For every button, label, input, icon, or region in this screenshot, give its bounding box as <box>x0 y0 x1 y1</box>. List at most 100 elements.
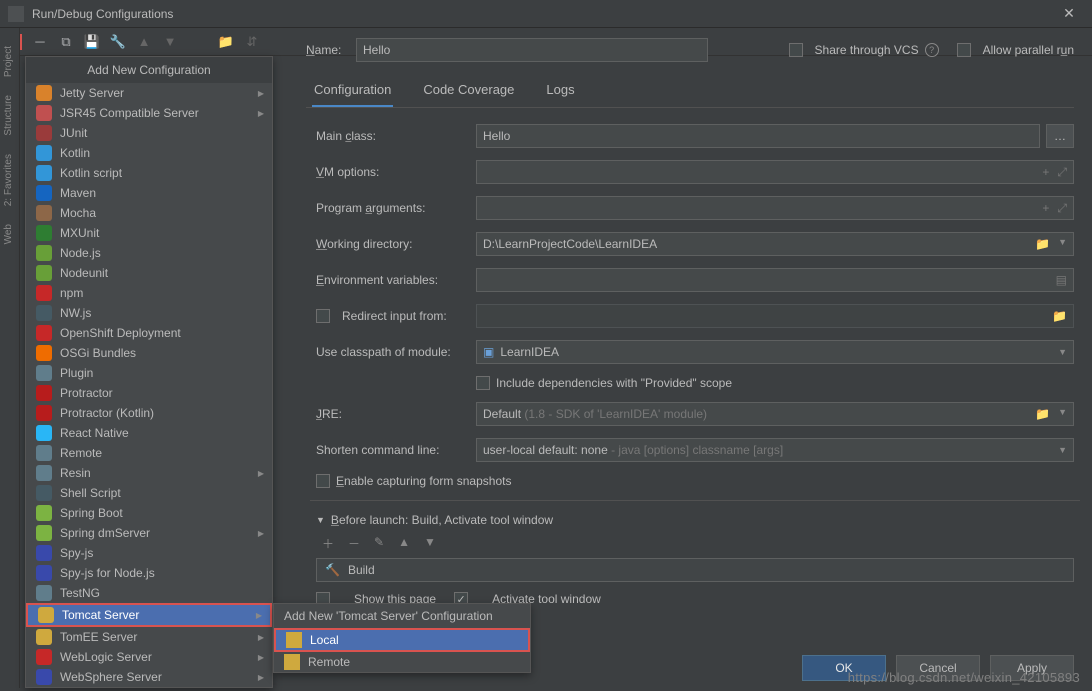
config-type-nodeunit[interactable]: Nodeunit <box>26 263 272 283</box>
config-type-icon <box>36 285 52 301</box>
config-type-osgi-bundles[interactable]: OSGi Bundles <box>26 343 272 363</box>
config-type-kotlin-script[interactable]: Kotlin script <box>26 163 272 183</box>
tab-configuration[interactable]: Configuration <box>312 76 393 107</box>
config-type-icon <box>36 505 52 521</box>
build-task-row[interactable]: 🔨 Build <box>316 558 1074 582</box>
config-type-maven[interactable]: Maven <box>26 183 272 203</box>
side-tab-favorites[interactable]: 2: Favorites <box>3 154 14 206</box>
args-field[interactable]: +⤢ <box>476 196 1074 220</box>
move-up-button[interactable]: ▲ <box>136 34 152 50</box>
share-vcs-checkbox[interactable] <box>789 43 803 57</box>
config-type-weblogic-server[interactable]: WebLogic Server▶ <box>26 647 272 667</box>
config-type-kotlin[interactable]: Kotlin <box>26 143 272 163</box>
name-input[interactable] <box>356 38 708 62</box>
config-type-icon <box>36 545 52 561</box>
browse-main-class-button[interactable]: … <box>1046 124 1074 148</box>
help-icon[interactable]: ? <box>925 43 939 57</box>
edit-task-button[interactable]: ✎ <box>374 535 384 552</box>
app-icon <box>8 6 24 22</box>
config-type-remote[interactable]: Remote <box>26 443 272 463</box>
wd-field[interactable]: D:\LearnProjectCode\LearnIDEA📁▼ <box>476 232 1074 256</box>
down-task-button[interactable]: ▼ <box>424 535 436 552</box>
config-type-spy-js-for-node-js[interactable]: Spy-js for Node.js <box>26 563 272 583</box>
jre-label: JRE: <box>316 407 476 421</box>
copy-config-button[interactable]: ⧉ <box>58 34 74 50</box>
wrench-icon[interactable]: 🔧 <box>110 34 126 50</box>
config-type-node-js[interactable]: Node.js <box>26 243 272 263</box>
shorten-label: Shorten command line: <box>316 443 476 457</box>
config-type-junit[interactable]: JUnit <box>26 123 272 143</box>
config-type-resin[interactable]: Resin▶ <box>26 463 272 483</box>
move-down-button[interactable]: ▼ <box>162 34 178 50</box>
config-type-plugin[interactable]: Plugin <box>26 363 272 383</box>
collapse-icon[interactable]: ⇵ <box>244 34 260 50</box>
snapshots-checkbox[interactable] <box>316 474 330 488</box>
tab-code-coverage[interactable]: Code Coverage <box>421 76 516 107</box>
tomcat-local-item[interactable]: Local <box>276 630 528 650</box>
config-type-npm[interactable]: npm <box>26 283 272 303</box>
config-type-tomcat-server[interactable]: Tomcat Server▶ <box>28 605 270 625</box>
env-field[interactable]: ▤ <box>476 268 1074 292</box>
config-type-mocha[interactable]: Mocha <box>26 203 272 223</box>
chevron-down-icon[interactable]: ▼ <box>1058 237 1067 251</box>
folder-icon[interactable]: 📁 <box>1035 407 1050 421</box>
config-type-protractor-kotlin-[interactable]: Protractor (Kotlin) <box>26 403 272 423</box>
config-type-spring-boot[interactable]: Spring Boot <box>26 503 272 523</box>
config-type-icon <box>36 425 52 441</box>
folder-icon[interactable]: 📁 <box>218 34 234 50</box>
expand-icon[interactable]: ⤢ <box>1057 165 1067 180</box>
classpath-select[interactable]: ▣LearnIDEA▼ <box>476 340 1074 364</box>
remove-task-button[interactable]: － <box>348 535 360 552</box>
config-type-label: Mocha <box>60 206 96 220</box>
add-task-button[interactable]: ＋ <box>322 535 334 552</box>
expand-icon[interactable]: ⤢ <box>1057 201 1067 216</box>
config-type-icon <box>36 669 52 685</box>
config-type-websphere-server[interactable]: WebSphere Server▶ <box>26 667 272 687</box>
tab-logs[interactable]: Logs <box>544 76 576 107</box>
up-task-button[interactable]: ▲ <box>398 535 410 552</box>
vm-options-field[interactable]: +⤢ <box>476 160 1074 184</box>
save-config-button[interactable]: 💾 <box>84 34 100 50</box>
config-type-openshift-deployment[interactable]: OpenShift Deployment <box>26 323 272 343</box>
list-icon[interactable]: ▤ <box>1056 273 1067 287</box>
config-type-spy-js[interactable]: Spy-js <box>26 543 272 563</box>
main-class-field[interactable]: Hello <box>476 124 1040 148</box>
shorten-select[interactable]: user-local default: none - java [options… <box>476 438 1074 462</box>
config-type-icon <box>36 85 52 101</box>
remove-config-button[interactable]: － <box>32 34 48 50</box>
main-class-label: Main class: <box>316 129 476 143</box>
collapse-caret-icon[interactable]: ▼ <box>316 515 325 525</box>
tomcat-remote-item[interactable]: Remote <box>274 652 530 672</box>
config-type-react-native[interactable]: React Native <box>26 423 272 443</box>
config-type-testng[interactable]: TestNG <box>26 583 272 603</box>
redirect-checkbox[interactable] <box>316 309 330 323</box>
config-type-shell-script[interactable]: Shell Script <box>26 483 272 503</box>
config-type-label: Spring Boot <box>60 506 123 520</box>
side-tab-project[interactable]: Project <box>3 46 14 77</box>
config-type-tomee-server[interactable]: TomEE Server▶ <box>26 627 272 647</box>
config-type-spring-dmserver[interactable]: Spring dmServer▶ <box>26 523 272 543</box>
chevron-down-icon[interactable]: ▼ <box>1058 407 1067 421</box>
plus-icon[interactable]: + <box>1042 165 1049 180</box>
config-type-mxunit[interactable]: MXUnit <box>26 223 272 243</box>
config-type-icon <box>36 145 52 161</box>
submenu-arrow-icon: ▶ <box>258 109 264 118</box>
config-type-label: Spring dmServer <box>60 526 150 540</box>
folder-icon[interactable]: 📁 <box>1035 237 1050 251</box>
config-type-jetty-server[interactable]: Jetty Server▶ <box>26 83 272 103</box>
provided-checkbox[interactable] <box>476 376 490 390</box>
chevron-down-icon[interactable]: ▼ <box>1058 445 1067 455</box>
close-icon[interactable]: ✕ <box>1054 5 1084 22</box>
config-type-label: Shell Script <box>60 486 121 500</box>
config-type-jsr45-compatible-server[interactable]: JSR45 Compatible Server▶ <box>26 103 272 123</box>
config-type-nw-js[interactable]: NW.js <box>26 303 272 323</box>
before-launch-header[interactable]: ▼ Before launch: Build, Activate tool wi… <box>316 513 1074 527</box>
parallel-run-checkbox[interactable] <box>957 43 971 57</box>
chevron-down-icon[interactable]: ▼ <box>1058 347 1067 357</box>
plus-icon[interactable]: + <box>1042 201 1049 216</box>
config-type-protractor[interactable]: Protractor <box>26 383 272 403</box>
jre-select[interactable]: Default (1.8 - SDK of 'LearnIDEA' module… <box>476 402 1074 426</box>
side-tab-structure[interactable]: Structure <box>3 95 14 136</box>
wd-label: Working directory: <box>316 237 476 251</box>
side-tab-web[interactable]: Web <box>3 224 14 244</box>
